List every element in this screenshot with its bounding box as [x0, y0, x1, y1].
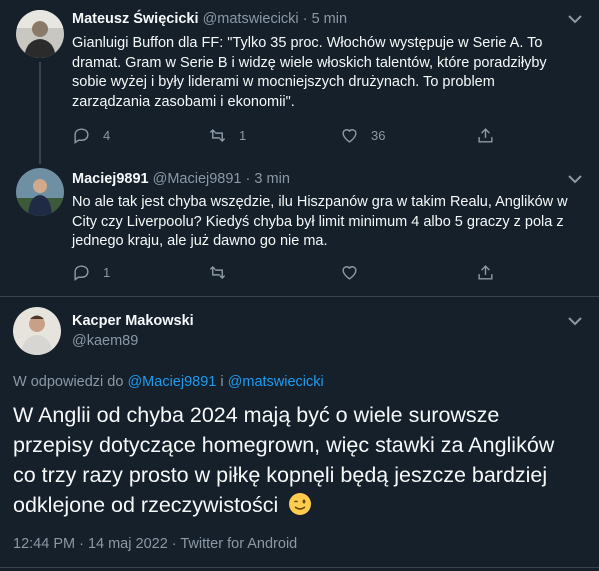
share-icon [478, 128, 493, 143]
more-options-icon[interactable] [565, 169, 585, 189]
heart-icon [342, 266, 357, 280]
display-name[interactable]: Mateusz Święcicki [72, 11, 199, 27]
replying-to: W odpowiedzi do @Maciej9891 i @matswieci… [13, 374, 324, 390]
tweet-header: Kacper Makowski [72, 313, 194, 329]
display-name[interactable]: Maciej9891 [72, 171, 149, 187]
avatar[interactable] [16, 168, 64, 216]
mention-link[interactable]: @Maciej9891 [127, 374, 216, 390]
thread-line [39, 152, 41, 164]
tweet-header: Mateusz Święcicki @matswiecicki · 5 min [72, 11, 347, 27]
tweet-header: Maciej9891 @Maciej9891 · 3 min [72, 171, 290, 187]
handle-row: @kaem89 [72, 333, 138, 349]
reply-icon [74, 128, 89, 145]
thread-line [39, 62, 41, 162]
retweet-button[interactable] [208, 263, 227, 282]
retweet-count: 1 [239, 128, 247, 143]
tweet-text: No ale tak jest chyba wszędzie, ilu Hisz… [72, 194, 568, 249]
timestamp[interactable]: 5 min [312, 11, 347, 27]
reply-joiner: i [220, 374, 224, 390]
like-count: 36 [371, 128, 386, 143]
avatar[interactable] [16, 10, 64, 58]
share-button[interactable] [476, 263, 495, 282]
main-tweet-text: W Anglii od chyba 2024 mają być o wiele … [13, 403, 555, 517]
user-handle[interactable]: @Maciej9891 [153, 171, 242, 187]
user-handle[interactable]: @kaem89 [72, 333, 138, 349]
reply-count: 1 [103, 265, 111, 280]
user-handle[interactable]: @matswiecicki [203, 11, 299, 27]
divider [0, 296, 599, 297]
retweet-button[interactable]: 1 [208, 126, 246, 145]
divider [0, 567, 599, 568]
tweet-text: Gianluigi Buffon dla FF: "Tylko 35 proc.… [72, 35, 547, 110]
like-button[interactable]: 36 [340, 126, 385, 145]
like-button[interactable] [340, 263, 359, 282]
mention-link[interactable]: @matswiecicki [228, 374, 324, 390]
reply-button[interactable]: 4 [72, 126, 110, 145]
separator: · [245, 171, 251, 187]
timestamp[interactable]: 3 min [254, 171, 289, 187]
reply-button[interactable]: 1 [72, 263, 110, 282]
main-tweet-text-block: W Anglii od chyba 2024 mają być o wiele … [13, 400, 579, 520]
more-options-icon[interactable] [565, 9, 585, 29]
share-icon [478, 265, 493, 280]
more-options-icon[interactable] [565, 311, 585, 331]
heart-icon [342, 129, 357, 143]
tweet-actions: 4 1 36 [72, 126, 579, 146]
display-name[interactable]: Kacper Makowski [72, 313, 194, 329]
retweet-icon [209, 128, 226, 143]
retweet-icon [209, 265, 226, 280]
reply-icon [74, 265, 89, 282]
reply-prefix: W odpowiedzi do [13, 374, 124, 390]
separator: · [302, 11, 308, 27]
tweet-actions: 1 [72, 263, 579, 283]
reply-count: 4 [103, 128, 111, 143]
share-button[interactable] [476, 126, 495, 145]
tweet-meta: 12:44 PM · 14 maj 2022 · Twitter for And… [13, 536, 298, 552]
winking-face-icon [288, 492, 312, 516]
avatar[interactable] [13, 307, 61, 355]
